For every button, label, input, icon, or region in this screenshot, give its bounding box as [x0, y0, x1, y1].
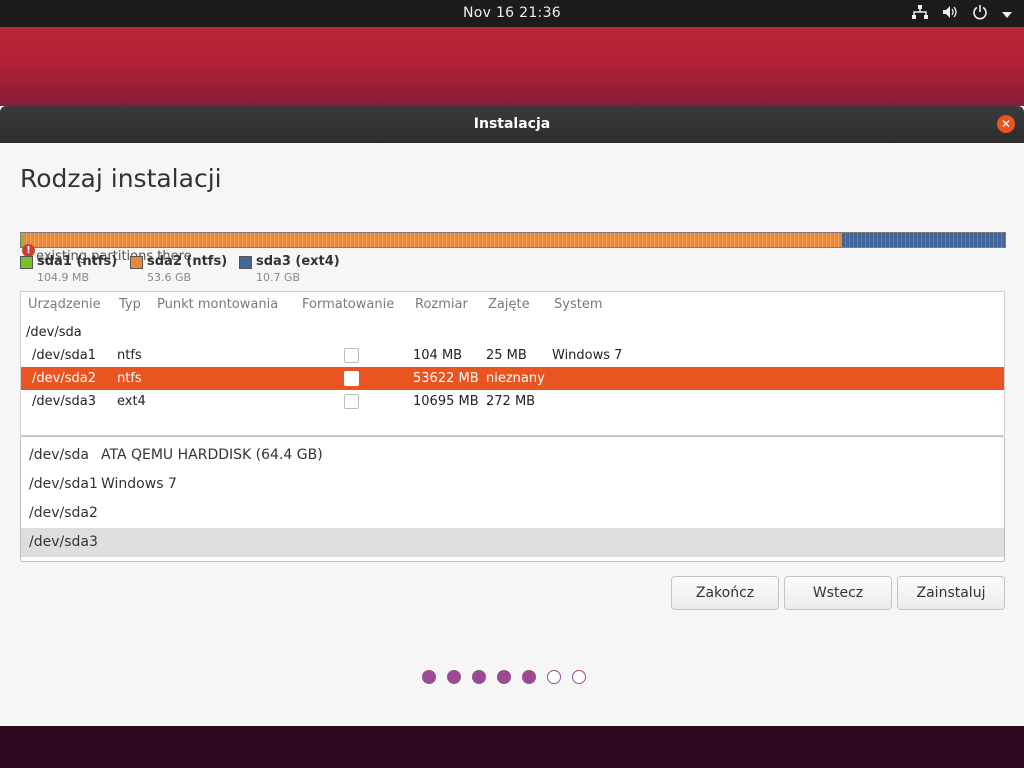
- close-button[interactable]: ✕: [997, 115, 1015, 133]
- power-icon[interactable]: [972, 4, 988, 25]
- page-title: Rodzaj instalacji: [20, 164, 222, 193]
- row-size: 10695 MB: [413, 394, 479, 409]
- progress-dot: [497, 670, 511, 684]
- network-icon[interactable]: [912, 5, 928, 24]
- partition-table[interactable]: Urządzenie Typ Punkt montowania Formatow…: [20, 291, 1005, 436]
- disk-usage-bar: [20, 232, 1006, 248]
- legend-name: sda3 (ext4): [256, 254, 340, 269]
- progress-dot: [547, 670, 561, 684]
- legend-name: sda1 (ntfs): [37, 254, 118, 269]
- legend-size: 10.7 GB: [256, 271, 301, 284]
- column-header-system[interactable]: System: [554, 297, 602, 312]
- legend-swatch: [20, 256, 33, 269]
- progress-dots: [422, 670, 586, 684]
- system-tray[interactable]: [912, 4, 1012, 25]
- device-path: /dev/sda: [29, 447, 89, 463]
- device-path: /dev/sda2: [29, 505, 98, 521]
- progress-dot: [447, 670, 461, 684]
- close-icon: ✕: [1000, 117, 1012, 131]
- row-system: Windows 7: [552, 348, 623, 363]
- disk-segment-sda3: [842, 233, 1005, 247]
- device-desc: Windows 7: [101, 476, 177, 492]
- row-device: /dev/sda: [26, 325, 82, 340]
- back-button[interactable]: Wstecz: [784, 576, 892, 610]
- table-row[interactable]: /dev/sda3 ext4 10695 MB 272 MB: [21, 390, 1004, 413]
- row-device: /dev/sda3: [32, 394, 96, 409]
- progress-dot: [572, 670, 586, 684]
- row-type: ext4: [117, 394, 146, 409]
- list-item[interactable]: /dev/sda2: [21, 499, 1004, 528]
- device-desc: ATA QEMU HARDDISK (64.4 GB): [101, 447, 323, 463]
- row-device: /dev/sda1: [32, 348, 96, 363]
- column-header-format[interactable]: Formatowanie: [302, 297, 394, 312]
- row-type: ntfs: [117, 348, 142, 363]
- column-header-mount[interactable]: Punkt montowania: [157, 297, 278, 312]
- list-item[interactable]: /dev/sda1 Windows 7: [21, 470, 1004, 499]
- table-row-disk[interactable]: /dev/sda: [21, 321, 1004, 344]
- progress-dot: [522, 670, 536, 684]
- format-checkbox[interactable]: [344, 394, 359, 409]
- row-type: ntfs: [117, 371, 142, 386]
- format-checkbox[interactable]: [344, 348, 359, 363]
- legend-size: 104.9 MB: [37, 271, 90, 284]
- device-path: /dev/sda1: [29, 476, 98, 492]
- disk-segment-sda2: [23, 233, 842, 247]
- table-row[interactable]: /dev/sda1 ntfs 104 MB 25 MB Windows 7: [21, 344, 1004, 367]
- caret-down-icon[interactable]: [1002, 6, 1012, 24]
- row-used: 272 MB: [486, 394, 536, 409]
- column-header-size[interactable]: Rozmiar: [415, 297, 468, 312]
- row-used: nieznany: [486, 371, 545, 386]
- table-row-selected[interactable]: /dev/sda2 ntfs 53622 MB nieznany: [21, 367, 1004, 390]
- window-title: Instalacja: [473, 116, 551, 132]
- legend-name: sda2 (ntfs): [147, 254, 228, 269]
- desktop-bottom: [0, 726, 1024, 768]
- progress-dot: [472, 670, 486, 684]
- row-used: 25 MB: [486, 348, 527, 363]
- boot-device-list[interactable]: /dev/sda ATA QEMU HARDDISK (64.4 GB) /de…: [20, 436, 1005, 562]
- clock[interactable]: Nov 16 21:36: [0, 5, 1024, 21]
- column-header-device[interactable]: Urządzenie: [28, 297, 101, 312]
- installer-window: Instalacja ✕ Rodzaj instalacji ! existin…: [0, 106, 1024, 726]
- format-checkbox[interactable]: [344, 371, 359, 386]
- column-header-used[interactable]: Zajęte: [488, 297, 530, 312]
- volume-icon[interactable]: [942, 5, 958, 24]
- install-button[interactable]: Zainstaluj: [897, 576, 1005, 610]
- row-device: /dev/sda2: [32, 371, 96, 386]
- row-size: 104 MB: [413, 348, 463, 363]
- list-item[interactable]: /dev/sda ATA QEMU HARDDISK (64.4 GB): [21, 441, 1004, 470]
- legend-size: 53.6 GB: [147, 271, 192, 284]
- progress-dot: [422, 670, 436, 684]
- legend-swatch: [130, 256, 143, 269]
- window-titlebar[interactable]: Instalacja ✕: [0, 106, 1024, 143]
- device-path: /dev/sda3: [29, 534, 98, 550]
- legend-swatch: [239, 256, 252, 269]
- top-bar: Nov 16 21:36: [0, 0, 1024, 27]
- list-item-highlighted[interactable]: /dev/sda3: [21, 528, 1004, 557]
- row-size: 53622 MB: [413, 371, 479, 386]
- column-header-type[interactable]: Typ: [119, 297, 141, 312]
- quit-button[interactable]: Zakończ: [671, 576, 779, 610]
